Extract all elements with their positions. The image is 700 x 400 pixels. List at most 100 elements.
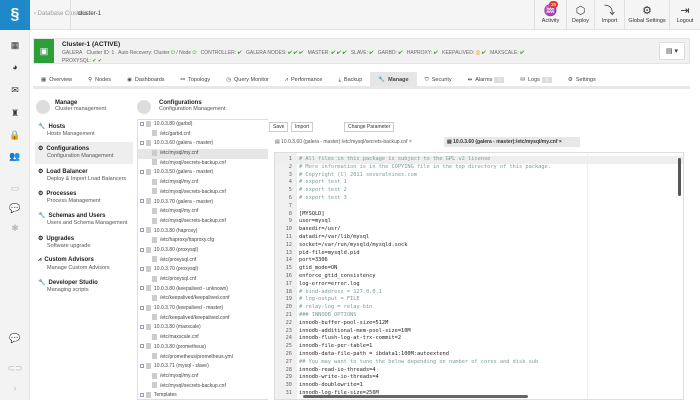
clusters-icon[interactable]: ▦ — [0, 40, 30, 51]
tree-file-node[interactable]: /etc/mysql/secrets-backup.cnf — [138, 188, 268, 198]
tree-host-node[interactable]: 10.0.3.80 (keepalived - unknown) — [138, 285, 268, 295]
nav-item-schemas-and-users[interactable]: 🔧 Schemas and Users Users and Schema Manag… — [35, 209, 133, 231]
tree-file-node[interactable]: /etc/prometheus/prometheus.yml — [138, 353, 268, 363]
import-button[interactable]: ⤵ Import — [594, 0, 624, 30]
tree-file-node[interactable]: /etc/haproxy/haproxy.cfg — [138, 236, 268, 246]
tab-alarms[interactable]: ⇹ Alarms 0 — [460, 72, 513, 86]
horizontal-scrollbar[interactable] — [303, 395, 528, 398]
tree-node-label: /etc/prometheus/prometheus.yml — [160, 353, 233, 360]
tree-host-node[interactable]: 10.0.3.80 (haproxy) — [138, 227, 268, 237]
close-icon[interactable]: × — [409, 139, 412, 145]
expand-icon[interactable]: › — [0, 383, 30, 393]
toggle-icon[interactable]: ⊂⊃ — [0, 363, 30, 374]
collapse-icon[interactable] — [140, 344, 144, 349]
tree-file-node[interactable]: /etc/mysql/my.cnf — [138, 178, 268, 188]
nav-item-upgrades[interactable]: ⚙ Upgrades Software upgrade — [35, 232, 133, 254]
nav-item-hosts[interactable]: 🔧 Hosts Hosts Management — [35, 120, 133, 142]
collapse-icon[interactable] — [140, 170, 144, 175]
chat-icon[interactable]: 💬 — [0, 203, 30, 214]
tree-file-node[interactable]: /etc/proxysql.cnf — [138, 275, 268, 285]
tree-host-node[interactable]: 10.0.3.80 (maxscale) — [138, 323, 268, 333]
logout-button[interactable]: ⇥ Logout — [669, 0, 700, 30]
import-button[interactable]: Import — [291, 122, 314, 132]
tree-host-node[interactable]: 10.0.3.60 (galera - master) — [138, 139, 268, 149]
file-icon — [152, 217, 157, 224]
tab-security[interactable]: ⛉ Security — [417, 72, 460, 86]
mail-icon[interactable]: ✉ — [0, 85, 30, 96]
tree-host-node[interactable]: 10.0.3.80 (prometheus) — [138, 343, 268, 353]
tree-node-label: /etc/mysql/my.cnf — [160, 150, 199, 157]
vertical-scrollbar[interactable] — [678, 158, 681, 196]
tree-file-node[interactable]: /etc/proxysql.cnf — [138, 256, 268, 266]
collapse-icon[interactable] — [140, 305, 144, 310]
activity-button[interactable]: ♒ Activity 26 — [534, 0, 566, 30]
collapse-icon[interactable] — [140, 121, 144, 126]
collapse-icon[interactable] — [140, 286, 144, 291]
power-icon[interactable]: ⏻ — [192, 50, 196, 56]
tree-host-node[interactable]: 10.0.3.70 (proxysql) — [138, 265, 268, 275]
cluster-title[interactable]: Cluster-1 (ACTIVE) — [62, 41, 120, 48]
tab-topology[interactable]: ⚯ Topology — [173, 72, 219, 86]
power-icon[interactable]: ⏻ — [171, 50, 175, 56]
tab-logs[interactable]: ⛁ Logs 0 — [512, 72, 560, 86]
nav-item-configurations[interactable]: ⚙ Configurations Configuration Management — [35, 142, 133, 165]
tree-file-node[interactable]: /etc/keepalived/keepalived.conf — [138, 314, 268, 324]
users-icon[interactable]: 👥 — [0, 151, 30, 162]
tab-backup[interactable]: ⤓ Backup — [330, 72, 370, 86]
tree-file-node[interactable]: /etc/mysql/secrets-backup.cnf — [138, 382, 268, 392]
tree-file-node[interactable]: /etc/keepalived/keepalived.conf — [138, 294, 268, 304]
collapse-icon[interactable] — [140, 228, 144, 233]
collapse-icon[interactable] — [140, 392, 144, 397]
file-tab[interactable]: ▤ 10.0.3.60 (galera - master):/etc/mysql… — [272, 137, 440, 147]
tree-host-node[interactable]: 10.0.3.70 (galera - master) — [138, 198, 268, 208]
tree-file-node[interactable]: /etc/mysql/my.cnf — [138, 149, 268, 159]
tree-file-node[interactable]: /etc/mysql/secrets-backup.cnf — [138, 217, 268, 227]
tree-node-label: Templates — [154, 392, 177, 399]
collapse-icon[interactable] — [140, 199, 144, 204]
collapse-icon[interactable] — [140, 325, 144, 330]
nav-item-developer-studio[interactable]: 🔧 Developer Studio Managing scripts — [35, 276, 133, 298]
global-settings-button[interactable]: ⚙ Global Settings — [624, 0, 669, 30]
app-logo[interactable]: § — [0, 0, 30, 30]
cluster-actions-dropdown[interactable]: ▤ ▾ — [659, 42, 685, 60]
lock-icon[interactable]: 🔒 — [0, 130, 30, 141]
save-button[interactable]: Save — [269, 122, 289, 132]
comments-icon[interactable]: 💬 — [0, 333, 30, 344]
tree-host-node[interactable]: 10.0.3.71 (mysql - slave) — [138, 362, 268, 372]
deploy-button[interactable]: ⬡ Deploy — [566, 0, 594, 30]
tree-host-node[interactable]: Templates — [138, 391, 268, 399]
tree-host-node[interactable]: 10.0.3.70 (keepalived - master) — [138, 304, 268, 314]
tree-file-node[interactable]: /etc/mysql/my.cnf — [138, 372, 268, 382]
tab-nodes[interactable]: ⚲ Nodes — [80, 72, 119, 86]
book-icon[interactable]: ▭ — [0, 183, 30, 194]
tab-performance[interactable]: ⩘ Performance — [277, 72, 331, 86]
line-number: 16 — [285, 272, 292, 279]
tree-file-node[interactable]: /etc/maxscale.cnf — [138, 333, 268, 343]
close-icon[interactable]: × — [559, 139, 562, 145]
pie-chart-icon[interactable]: ◕ — [0, 62, 30, 72]
tree-host-node[interactable]: 10.0.3.80 (garbd) — [138, 120, 268, 130]
nav-item-processes[interactable]: ⚙ Processes Process Management — [35, 187, 133, 209]
nav-item-custom-advisors[interactable]: ⩘ Custom Advisors Manage Custom Advisors — [35, 254, 133, 276]
tab-query-monitor[interactable]: ◷ Query Monitor — [218, 72, 277, 86]
tab-manage[interactable]: 🔧 Manage — [370, 72, 417, 86]
tab-dashboards[interactable]: ◉ Dashboards — [119, 72, 172, 86]
collapse-icon[interactable] — [140, 266, 144, 271]
code-editor[interactable]: 1 # All files in this package is subject … — [274, 152, 684, 400]
nav-item-load-balancer[interactable]: ⚙ Load Balancer Deploy & Import Load Balan… — [35, 165, 133, 187]
tree-host-node[interactable]: 10.0.3.80 (proxysql) — [138, 246, 268, 256]
tab-overview[interactable]: ▦ Overview — [33, 72, 80, 86]
gear-icon — [137, 100, 151, 114]
collapse-icon[interactable] — [140, 141, 144, 146]
sitemap-icon[interactable]: ♜ — [0, 108, 30, 119]
tree-file-node[interactable]: /etc/mysql/secrets-backup.cnf — [138, 159, 268, 169]
tree-host-node[interactable]: 10.0.3.50 (galera - master) — [138, 168, 268, 178]
change-parameter-button[interactable]: Change Parameter — [344, 122, 395, 132]
tab-settings[interactable]: ⚙ Settings — [560, 72, 604, 86]
collapse-icon[interactable] — [140, 363, 144, 368]
tree-file-node[interactable]: /etc/garbd.cnf — [138, 130, 268, 140]
collapse-icon[interactable] — [140, 247, 144, 252]
tree-file-node[interactable]: /etc/mysql/my.cnf — [138, 207, 268, 217]
file-tab-active[interactable]: ▤ 10.0.3.60 (galera - master):/etc/mysql… — [444, 137, 580, 147]
bug-icon[interactable]: ✱ — [0, 223, 30, 234]
